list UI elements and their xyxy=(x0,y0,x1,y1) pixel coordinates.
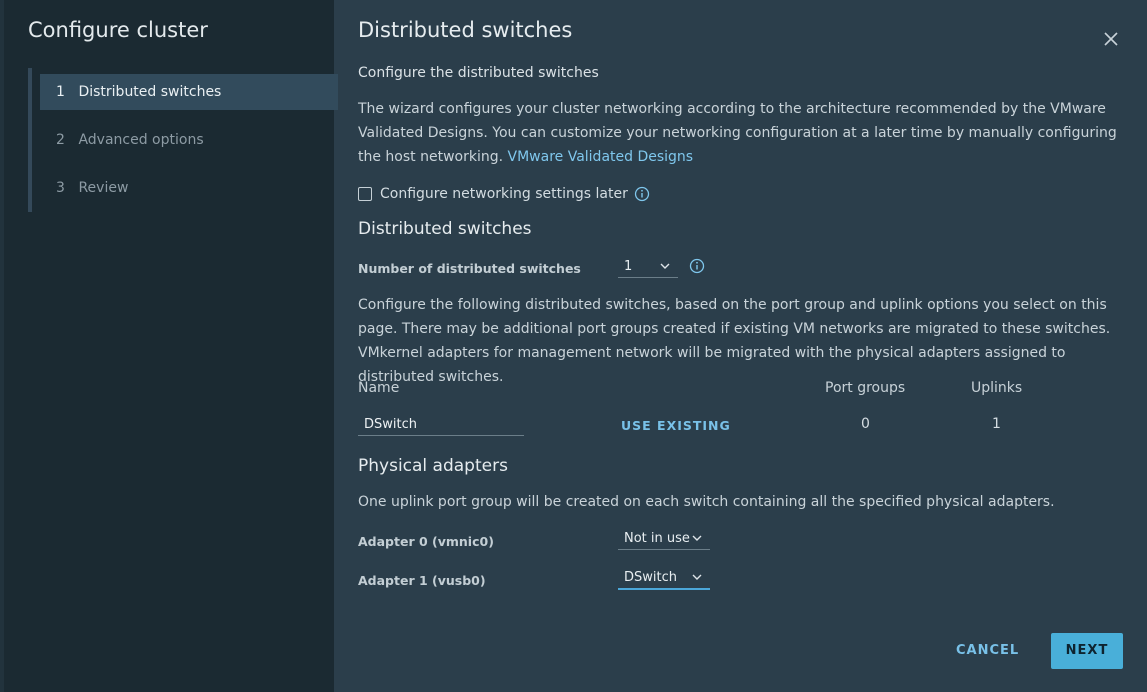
adapter-1-select[interactable]: DSwitch xyxy=(618,567,710,590)
step-advanced-options[interactable]: 2 Advanced options xyxy=(40,122,338,158)
page-description: The wizard configures your cluster netwo… xyxy=(358,97,1128,169)
adapter-1-value: DSwitch xyxy=(624,570,677,585)
adapter-1-label: Adapter 1 (vusb0) xyxy=(358,573,486,588)
switch-name-input[interactable]: DSwitch xyxy=(358,414,524,436)
column-header-name: Name xyxy=(358,380,400,396)
switch-count-value: 1 xyxy=(624,259,633,274)
next-button[interactable]: NEXT xyxy=(1051,633,1123,669)
configure-later-checkbox[interactable] xyxy=(358,187,372,201)
step-number: 3 xyxy=(56,180,65,196)
adapters-description: One uplink port group will be created on… xyxy=(358,494,1055,510)
switches-heading: Distributed switches xyxy=(358,219,532,239)
wizard-title: Configure cluster xyxy=(28,18,208,42)
chevron-down-icon xyxy=(660,263,670,269)
step-distributed-switches[interactable]: 1 Distributed switches xyxy=(40,74,338,110)
step-label: Distributed switches xyxy=(78,84,222,100)
vvd-link[interactable]: VMware Validated Designs xyxy=(508,149,694,165)
chevron-down-icon xyxy=(692,574,702,580)
info-icon[interactable] xyxy=(634,186,650,202)
switch-count-select[interactable]: 1 xyxy=(618,256,678,278)
step-number: 1 xyxy=(56,84,65,100)
adapter-0-select[interactable]: Not in use xyxy=(618,528,710,550)
info-icon[interactable] xyxy=(689,258,705,274)
column-header-uplinks: Uplinks xyxy=(971,380,1023,396)
step-label: Review xyxy=(78,180,129,196)
adapter-0-value: Not in use xyxy=(624,531,690,546)
configure-later-row: Configure networking settings later xyxy=(358,185,650,203)
column-header-port-groups: Port groups xyxy=(825,380,906,396)
cancel-button[interactable]: CANCEL xyxy=(956,643,1019,658)
wizard-steps: 1 Distributed switches 2 Advanced option… xyxy=(28,68,342,212)
step-label: Advanced options xyxy=(78,132,204,148)
wizard-content: Distributed switches Configure the distr… xyxy=(334,0,1147,692)
page-title: Distributed switches xyxy=(358,18,573,42)
adapters-heading: Physical adapters xyxy=(358,456,508,476)
close-icon[interactable] xyxy=(1100,28,1122,50)
switch-count-label: Number of distributed switches xyxy=(358,261,581,276)
adapter-0-label: Adapter 0 (vmnic0) xyxy=(358,534,494,549)
step-number: 2 xyxy=(56,132,65,148)
port-groups-value: 0 xyxy=(861,416,870,432)
description-text: The wizard configures your cluster netwo… xyxy=(358,101,1117,165)
chevron-down-icon xyxy=(692,535,702,541)
configure-later-label: Configure networking settings later xyxy=(380,186,628,202)
step-review[interactable]: 3 Review xyxy=(40,170,338,206)
page-subtitle: Configure the distributed switches xyxy=(358,65,599,81)
use-existing-button[interactable]: USE EXISTING xyxy=(621,418,731,433)
wizard-sidebar: Configure cluster 1 Distributed switches… xyxy=(0,0,338,692)
switches-description: Configure the following distributed swit… xyxy=(358,297,1111,385)
uplinks-value: 1 xyxy=(992,416,1001,432)
